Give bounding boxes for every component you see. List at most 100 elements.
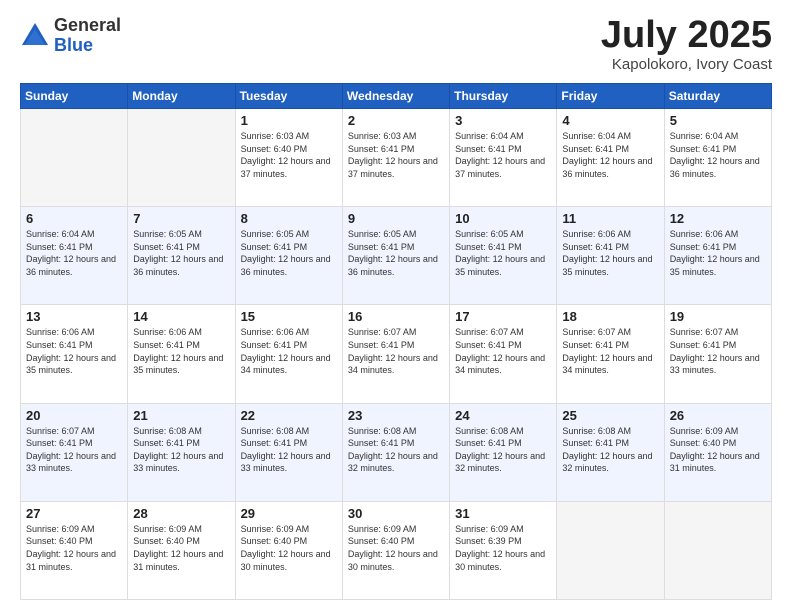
- calendar-weekday-saturday: Saturday: [664, 84, 771, 109]
- day-number: 11: [562, 211, 658, 226]
- header: General Blue July 2025 Kapolokoro, Ivory…: [20, 16, 772, 73]
- calendar-table: SundayMondayTuesdayWednesdayThursdayFrid…: [20, 83, 772, 600]
- day-number: 14: [133, 309, 229, 324]
- day-info: Sunrise: 6:04 AM Sunset: 6:41 PM Dayligh…: [670, 130, 766, 180]
- calendar-day-cell: 9 Sunrise: 6:05 AM Sunset: 6:41 PM Daylig…: [342, 207, 449, 305]
- day-number: 2: [348, 113, 444, 128]
- title-location: Kapolokoro, Ivory Coast: [601, 56, 772, 73]
- day-info: Sunrise: 6:09 AM Sunset: 6:40 PM Dayligh…: [133, 523, 229, 573]
- day-info: Sunrise: 6:09 AM Sunset: 6:40 PM Dayligh…: [348, 523, 444, 573]
- calendar-day-cell: 31 Sunrise: 6:09 AM Sunset: 6:39 PM Dayli…: [450, 501, 557, 599]
- calendar-day-cell: 25 Sunrise: 6:08 AM Sunset: 6:41 PM Dayli…: [557, 403, 664, 501]
- day-info: Sunrise: 6:03 AM Sunset: 6:41 PM Dayligh…: [348, 130, 444, 180]
- day-number: 12: [670, 211, 766, 226]
- day-info: Sunrise: 6:05 AM Sunset: 6:41 PM Dayligh…: [241, 228, 337, 278]
- calendar-day-cell: 22 Sunrise: 6:08 AM Sunset: 6:41 PM Dayli…: [235, 403, 342, 501]
- calendar-week-row: 20 Sunrise: 6:07 AM Sunset: 6:41 PM Dayli…: [21, 403, 772, 501]
- day-info: Sunrise: 6:05 AM Sunset: 6:41 PM Dayligh…: [133, 228, 229, 278]
- day-info: Sunrise: 6:04 AM Sunset: 6:41 PM Dayligh…: [26, 228, 122, 278]
- day-number: 10: [455, 211, 551, 226]
- title-block: July 2025 Kapolokoro, Ivory Coast: [601, 16, 772, 73]
- calendar-day-cell: 5Sunrise: 6:04 AM Sunset: 6:41 PM Daylig…: [664, 109, 771, 207]
- day-info: Sunrise: 6:07 AM Sunset: 6:41 PM Dayligh…: [26, 425, 122, 475]
- day-info: Sunrise: 6:03 AM Sunset: 6:40 PM Dayligh…: [241, 130, 337, 180]
- calendar-day-cell: 11 Sunrise: 6:06 AM Sunset: 6:41 PM Dayli…: [557, 207, 664, 305]
- day-number: 16: [348, 309, 444, 324]
- calendar-day-cell: 18 Sunrise: 6:07 AM Sunset: 6:41 PM Dayli…: [557, 305, 664, 403]
- calendar-day-cell: 21 Sunrise: 6:08 AM Sunset: 6:41 PM Dayli…: [128, 403, 235, 501]
- calendar-day-cell: 24 Sunrise: 6:08 AM Sunset: 6:41 PM Dayli…: [450, 403, 557, 501]
- day-info: Sunrise: 6:04 AM Sunset: 6:41 PM Dayligh…: [455, 130, 551, 180]
- day-info: Sunrise: 6:06 AM Sunset: 6:41 PM Dayligh…: [670, 228, 766, 278]
- calendar-day-cell: [664, 501, 771, 599]
- day-info: Sunrise: 6:08 AM Sunset: 6:41 PM Dayligh…: [562, 425, 658, 475]
- calendar-day-cell: 4 Sunrise: 6:04 AM Sunset: 6:41 PM Daylig…: [557, 109, 664, 207]
- day-info: Sunrise: 6:05 AM Sunset: 6:41 PM Dayligh…: [348, 228, 444, 278]
- calendar-week-row: 1 Sunrise: 6:03 AM Sunset: 6:40 PM Daylig…: [21, 109, 772, 207]
- calendar-weekday-sunday: Sunday: [21, 84, 128, 109]
- day-number: 25: [562, 408, 658, 423]
- day-number: 26: [670, 408, 766, 423]
- calendar-day-cell: 14 Sunrise: 6:06 AM Sunset: 6:41 PM Dayli…: [128, 305, 235, 403]
- calendar-weekday-friday: Friday: [557, 84, 664, 109]
- day-number: 20: [26, 408, 122, 423]
- calendar-day-cell: [128, 109, 235, 207]
- calendar-day-cell: 12 Sunrise: 6:06 AM Sunset: 6:41 PM Dayli…: [664, 207, 771, 305]
- day-number: 27: [26, 506, 122, 521]
- day-number: 3: [455, 113, 551, 128]
- logo: General Blue: [20, 16, 121, 56]
- day-number: 22: [241, 408, 337, 423]
- logo-blue: Blue: [54, 36, 121, 56]
- calendar-day-cell: 6 Sunrise: 6:04 AM Sunset: 6:41 PM Daylig…: [21, 207, 128, 305]
- day-info: Sunrise: 6:05 AM Sunset: 6:41 PM Dayligh…: [455, 228, 551, 278]
- day-info: Sunrise: 6:08 AM Sunset: 6:41 PM Dayligh…: [133, 425, 229, 475]
- day-info: Sunrise: 6:06 AM Sunset: 6:41 PM Dayligh…: [241, 326, 337, 376]
- title-month: July 2025: [601, 16, 772, 54]
- day-number: 30: [348, 506, 444, 521]
- day-info: Sunrise: 6:08 AM Sunset: 6:41 PM Dayligh…: [455, 425, 551, 475]
- day-info: Sunrise: 6:04 AM Sunset: 6:41 PM Dayligh…: [562, 130, 658, 180]
- calendar-weekday-tuesday: Tuesday: [235, 84, 342, 109]
- day-number: 18: [562, 309, 658, 324]
- day-info: Sunrise: 6:07 AM Sunset: 6:41 PM Dayligh…: [670, 326, 766, 376]
- day-number: 17: [455, 309, 551, 324]
- day-number: 13: [26, 309, 122, 324]
- calendar-day-cell: 7Sunrise: 6:05 AM Sunset: 6:41 PM Daylig…: [128, 207, 235, 305]
- day-number: 23: [348, 408, 444, 423]
- day-info: Sunrise: 6:09 AM Sunset: 6:39 PM Dayligh…: [455, 523, 551, 573]
- calendar-day-cell: 8 Sunrise: 6:05 AM Sunset: 6:41 PM Daylig…: [235, 207, 342, 305]
- calendar-day-cell: 16Sunrise: 6:07 AM Sunset: 6:41 PM Dayli…: [342, 305, 449, 403]
- day-number: 9: [348, 211, 444, 226]
- day-number: 29: [241, 506, 337, 521]
- day-number: 31: [455, 506, 551, 521]
- day-info: Sunrise: 6:06 AM Sunset: 6:41 PM Dayligh…: [133, 326, 229, 376]
- calendar-weekday-monday: Monday: [128, 84, 235, 109]
- calendar-day-cell: 17Sunrise: 6:07 AM Sunset: 6:41 PM Dayli…: [450, 305, 557, 403]
- calendar-day-cell: 15Sunrise: 6:06 AM Sunset: 6:41 PM Dayli…: [235, 305, 342, 403]
- calendar-day-cell: 13Sunrise: 6:06 AM Sunset: 6:41 PM Dayli…: [21, 305, 128, 403]
- day-info: Sunrise: 6:06 AM Sunset: 6:41 PM Dayligh…: [562, 228, 658, 278]
- calendar-day-cell: 3 Sunrise: 6:04 AM Sunset: 6:41 PM Daylig…: [450, 109, 557, 207]
- day-number: 19: [670, 309, 766, 324]
- calendar-day-cell: 30 Sunrise: 6:09 AM Sunset: 6:40 PM Dayli…: [342, 501, 449, 599]
- day-info: Sunrise: 6:08 AM Sunset: 6:41 PM Dayligh…: [241, 425, 337, 475]
- day-number: 8: [241, 211, 337, 226]
- day-info: Sunrise: 6:09 AM Sunset: 6:40 PM Dayligh…: [670, 425, 766, 475]
- calendar-day-cell: 26 Sunrise: 6:09 AM Sunset: 6:40 PM Dayli…: [664, 403, 771, 501]
- logo-text: General Blue: [54, 16, 121, 56]
- calendar-day-cell: 29Sunrise: 6:09 AM Sunset: 6:40 PM Dayli…: [235, 501, 342, 599]
- day-number: 6: [26, 211, 122, 226]
- calendar-week-row: 13 Sunrise: 6:06 AM Sunset: 6:41 PM Dayli…: [21, 305, 772, 403]
- day-number: 21: [133, 408, 229, 423]
- day-number: 1: [241, 113, 337, 128]
- logo-icon: [20, 21, 50, 51]
- day-number: 4: [562, 113, 658, 128]
- calendar-day-cell: 10 Sunrise: 6:05 AM Sunset: 6:41 PM Dayli…: [450, 207, 557, 305]
- day-info: Sunrise: 6:07 AM Sunset: 6:41 PM Dayligh…: [562, 326, 658, 376]
- calendar-day-cell: [21, 109, 128, 207]
- calendar-weekday-wednesday: Wednesday: [342, 84, 449, 109]
- day-number: 24: [455, 408, 551, 423]
- day-info: Sunrise: 6:09 AM Sunset: 6:40 PM Dayligh…: [26, 523, 122, 573]
- day-info: Sunrise: 6:08 AM Sunset: 6:41 PM Dayligh…: [348, 425, 444, 475]
- calendar-weekday-thursday: Thursday: [450, 84, 557, 109]
